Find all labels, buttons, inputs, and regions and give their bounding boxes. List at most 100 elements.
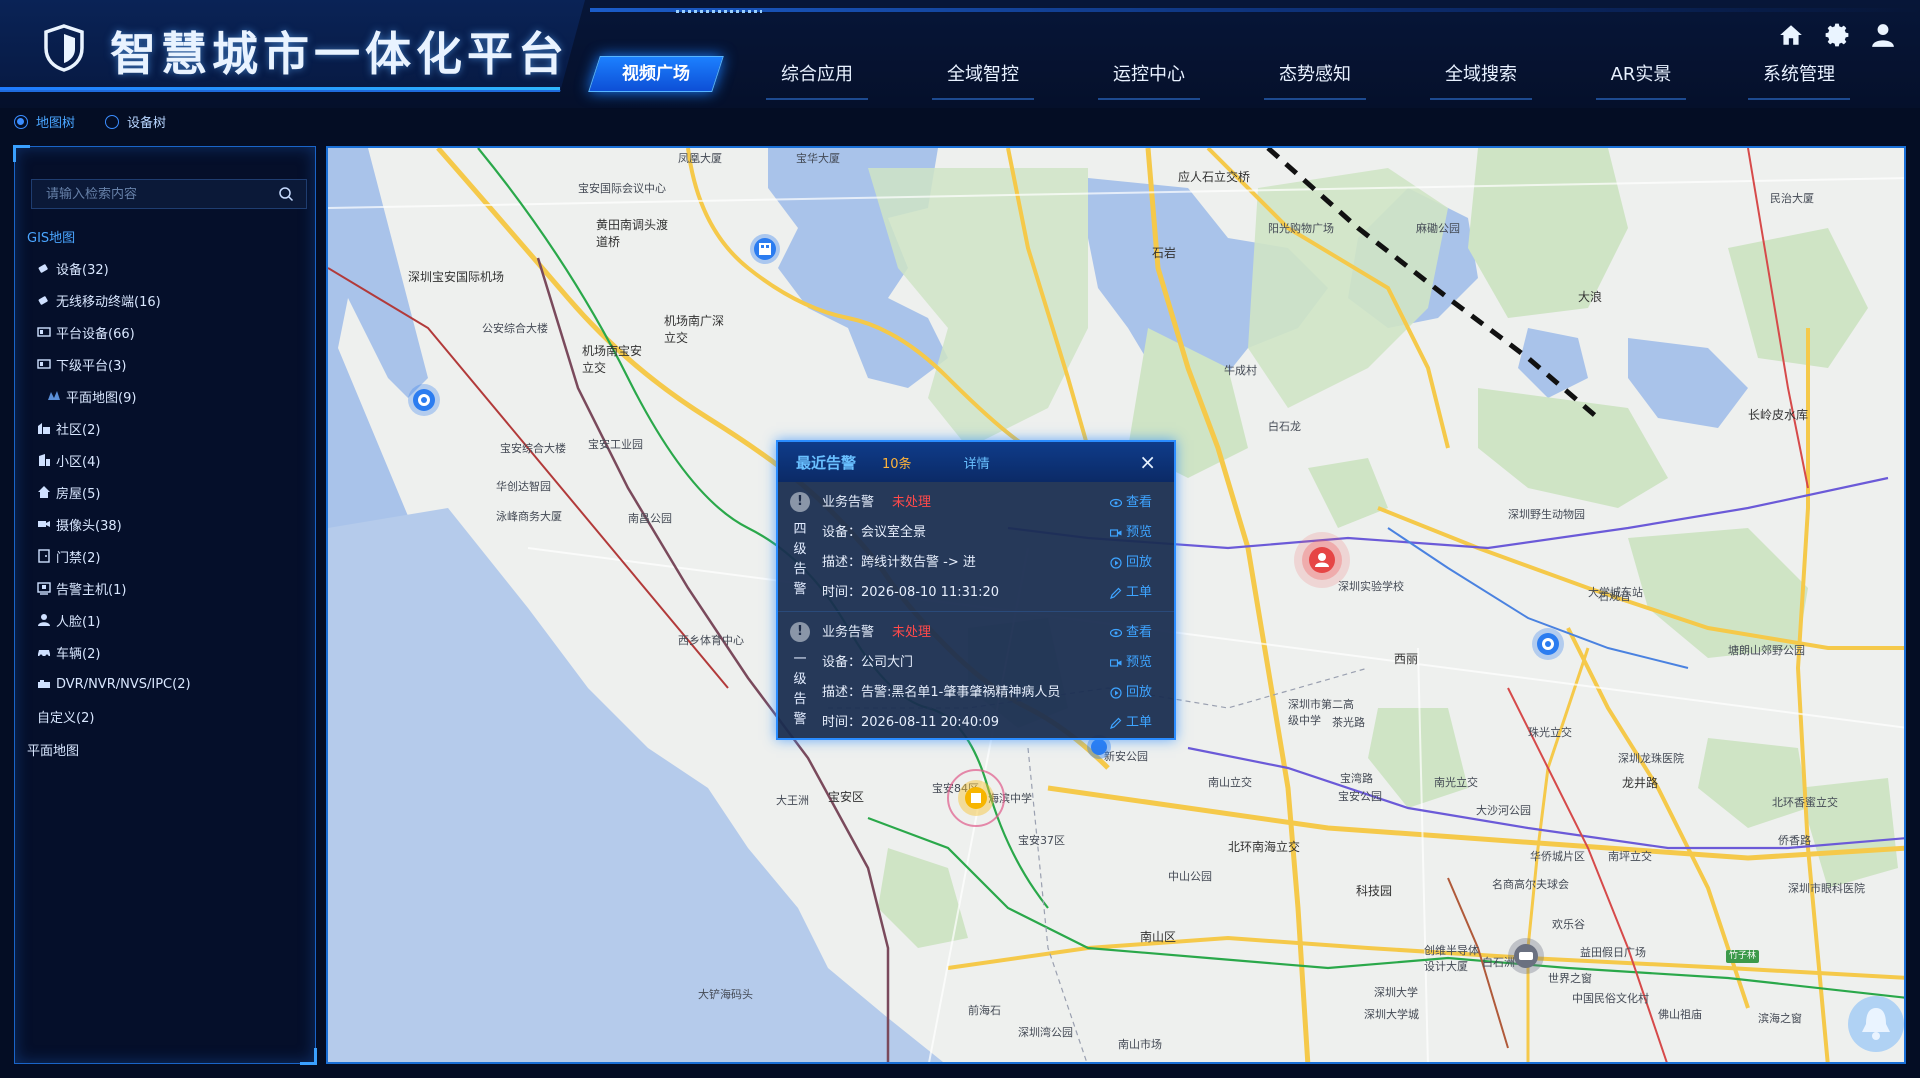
preview-button-label: 预览 bbox=[1125, 655, 1152, 670]
tree-root-plane-map[interactable]: 平面地图 bbox=[27, 732, 307, 759]
logo-area: 智慧城市一体化平台 bbox=[0, 0, 585, 92]
home-icon[interactable] bbox=[1778, 22, 1804, 48]
playback-button[interactable]: 回放 bbox=[1110, 678, 1152, 708]
tree-item-label: 摄像头(38) bbox=[56, 518, 122, 534]
tree-item-platform-device[interactable]: 平台设备(66) bbox=[27, 316, 307, 348]
tree-item-residential[interactable]: 小区(4) bbox=[27, 444, 307, 476]
alarm-person-marker-icon[interactable] bbox=[1292, 530, 1352, 590]
alarm-host-icon bbox=[37, 582, 51, 595]
work-order-button[interactable]: 工单 bbox=[1110, 578, 1152, 608]
tree-item-recorder[interactable]: DVR/NVR/NVS/IPC(2) bbox=[27, 668, 307, 700]
alarm-info: 业务告警 未处理 设备：会议室全景 描述：跨线计数告警 -> 进 时间：2026-… bbox=[822, 488, 999, 608]
building-marker-icon[interactable] bbox=[748, 232, 782, 266]
map-label: 龙井路 bbox=[1622, 776, 1659, 790]
tree-item-alarm-host[interactable]: 告警主机(1) bbox=[27, 572, 307, 604]
nav-video-square-label: 视频广场 bbox=[622, 64, 690, 84]
tree-item-door-access[interactable]: 门禁(2) bbox=[27, 540, 307, 572]
tree-root-gis-map[interactable]: GIS地图 bbox=[27, 223, 307, 252]
alarm-level-text: 一级告警 bbox=[793, 652, 807, 727]
nav-operation-center[interactable]: 运控中心 bbox=[1098, 60, 1200, 100]
tree-item-community[interactable]: 社区(2) bbox=[27, 412, 307, 444]
pencil-icon bbox=[1110, 717, 1122, 729]
top-header: 智慧城市一体化平台 视频广场 综合应用 全域智控 运控中心 态势感知 全域搜索 … bbox=[0, 0, 1920, 108]
map-label: 深圳市眼科医院 bbox=[1788, 882, 1865, 895]
tree-item-device[interactable]: 设备(32) bbox=[27, 252, 307, 284]
radio-map-tree[interactable]: 地图树 bbox=[14, 112, 75, 131]
map-label: 南光立交 bbox=[1434, 776, 1478, 789]
view-button[interactable]: 查看 bbox=[1109, 488, 1152, 518]
map-label: 宝华大厦 bbox=[796, 152, 840, 165]
tree-item-face[interactable]: 人脸(1) bbox=[27, 604, 307, 636]
app-title: 智慧城市一体化平台 bbox=[110, 27, 569, 81]
map-label: 塘朗山郊野公园 bbox=[1728, 644, 1805, 657]
map-label: 机场南广深立交 bbox=[664, 314, 725, 345]
header-dots bbox=[676, 10, 762, 13]
search-box bbox=[31, 179, 307, 209]
tree-item-house[interactable]: 房屋(5) bbox=[27, 476, 307, 508]
map-label: 南山立交 bbox=[1208, 776, 1252, 789]
map-label: 名商高尔夫球会 bbox=[1492, 878, 1569, 891]
map-label: 南山区 bbox=[1140, 930, 1177, 944]
view-button-label: 查看 bbox=[1125, 625, 1152, 640]
map-label: 珠光立交 bbox=[1528, 726, 1572, 739]
video-icon bbox=[1109, 659, 1122, 667]
map-label: 北环香蜜立交 bbox=[1772, 796, 1838, 809]
gear-icon[interactable] bbox=[1824, 22, 1850, 48]
map-label: 泳峰商务大厦 bbox=[496, 510, 562, 523]
map-label: 南坪立交 bbox=[1608, 850, 1652, 863]
alarm-info: 业务告警 未处理 设备：公司大门 描述：告警:黑名单1-肇事肇祸精神病人员 时间：… bbox=[822, 618, 1060, 738]
work-order-button[interactable]: 工单 bbox=[1110, 708, 1152, 738]
nav-system-management[interactable]: 系统管理 bbox=[1748, 60, 1850, 100]
camera-marker-icon[interactable] bbox=[406, 382, 442, 418]
map-label: 深圳野生动物园 bbox=[1508, 508, 1585, 521]
search-icon[interactable] bbox=[278, 186, 294, 202]
alarm-item: ! 一级告警 业务告警 未处理 设备：公司大门 描述：告警:黑名单1-肇事肇祸精神… bbox=[778, 612, 1174, 742]
playback-icon bbox=[1110, 557, 1122, 569]
tree-item-label: DVR/NVR/NVS/IPC(2) bbox=[56, 676, 191, 692]
alarm-level: ! 四级告警 bbox=[790, 492, 810, 600]
popup-count: 10条 bbox=[882, 456, 912, 472]
playback-button-label: 回放 bbox=[1125, 555, 1152, 570]
video-icon bbox=[1109, 529, 1122, 537]
nav-comprehensive-app[interactable]: 综合应用 bbox=[766, 60, 868, 100]
community-icon bbox=[38, 423, 50, 434]
alarm-device: 设备：会议室全景 bbox=[822, 525, 927, 540]
radio-device-tree[interactable]: 设备树 bbox=[105, 112, 166, 131]
close-icon[interactable]: × bbox=[1139, 450, 1156, 474]
tree-item-camera[interactable]: 摄像头(38) bbox=[27, 508, 307, 540]
playback-button-label: 回放 bbox=[1125, 685, 1152, 700]
map-label: 大浪 bbox=[1578, 290, 1603, 304]
map-label: 深圳宝安国际机场 bbox=[408, 270, 505, 284]
pencil-icon bbox=[1110, 587, 1122, 599]
warning-icon: ! bbox=[790, 622, 810, 642]
playback-button[interactable]: 回放 bbox=[1110, 548, 1152, 578]
nav-global-control[interactable]: 全域智控 bbox=[932, 60, 1034, 100]
tree-item-plane-map[interactable]: 平面地图(9) bbox=[27, 380, 307, 412]
popup-detail-link[interactable]: 详情 bbox=[964, 453, 990, 472]
nav-video-square[interactable]: 视频广场 bbox=[588, 56, 724, 92]
tree-item-mobile-terminal[interactable]: 无线移动终端(16) bbox=[27, 284, 307, 316]
map-label: 大王洲 bbox=[776, 794, 809, 807]
shield-logo-icon bbox=[44, 24, 84, 72]
radio-dot bbox=[105, 114, 120, 129]
vehicle-marker-icon[interactable] bbox=[1506, 936, 1546, 976]
notification-bell-icon[interactable] bbox=[1846, 994, 1906, 1054]
preview-button[interactable]: 预览 bbox=[1109, 648, 1152, 678]
nav-situation-awareness[interactable]: 态势感知 bbox=[1264, 60, 1366, 100]
map-label: 前海石 bbox=[968, 1004, 1001, 1017]
camera-marker-icon[interactable] bbox=[1530, 626, 1566, 662]
tree-item-sub-platform[interactable]: 下级平台(3) bbox=[27, 348, 307, 380]
view-button[interactable]: 查看 bbox=[1109, 618, 1152, 648]
view-button-label: 查看 bbox=[1125, 495, 1152, 510]
alarm-device-marker-icon[interactable] bbox=[946, 768, 1006, 828]
tree-item-custom[interactable]: 自定义(2) bbox=[27, 700, 307, 732]
search-input[interactable] bbox=[32, 186, 278, 202]
map-label: 民治大厦 bbox=[1770, 192, 1814, 205]
preview-button[interactable]: 预览 bbox=[1109, 518, 1152, 548]
tree-item-vehicle[interactable]: 车辆(2) bbox=[27, 636, 307, 668]
resource-tree: GIS地图 设备(32) 无线移动终端(16) 平台设备(66) 下级平台(3)… bbox=[27, 223, 307, 759]
alarm-level: ! 一级告警 bbox=[790, 622, 810, 730]
nav-ar-scene[interactable]: AR实景 bbox=[1596, 60, 1686, 100]
nav-global-search[interactable]: 全域搜索 bbox=[1430, 60, 1532, 100]
user-icon[interactable] bbox=[1870, 22, 1896, 48]
